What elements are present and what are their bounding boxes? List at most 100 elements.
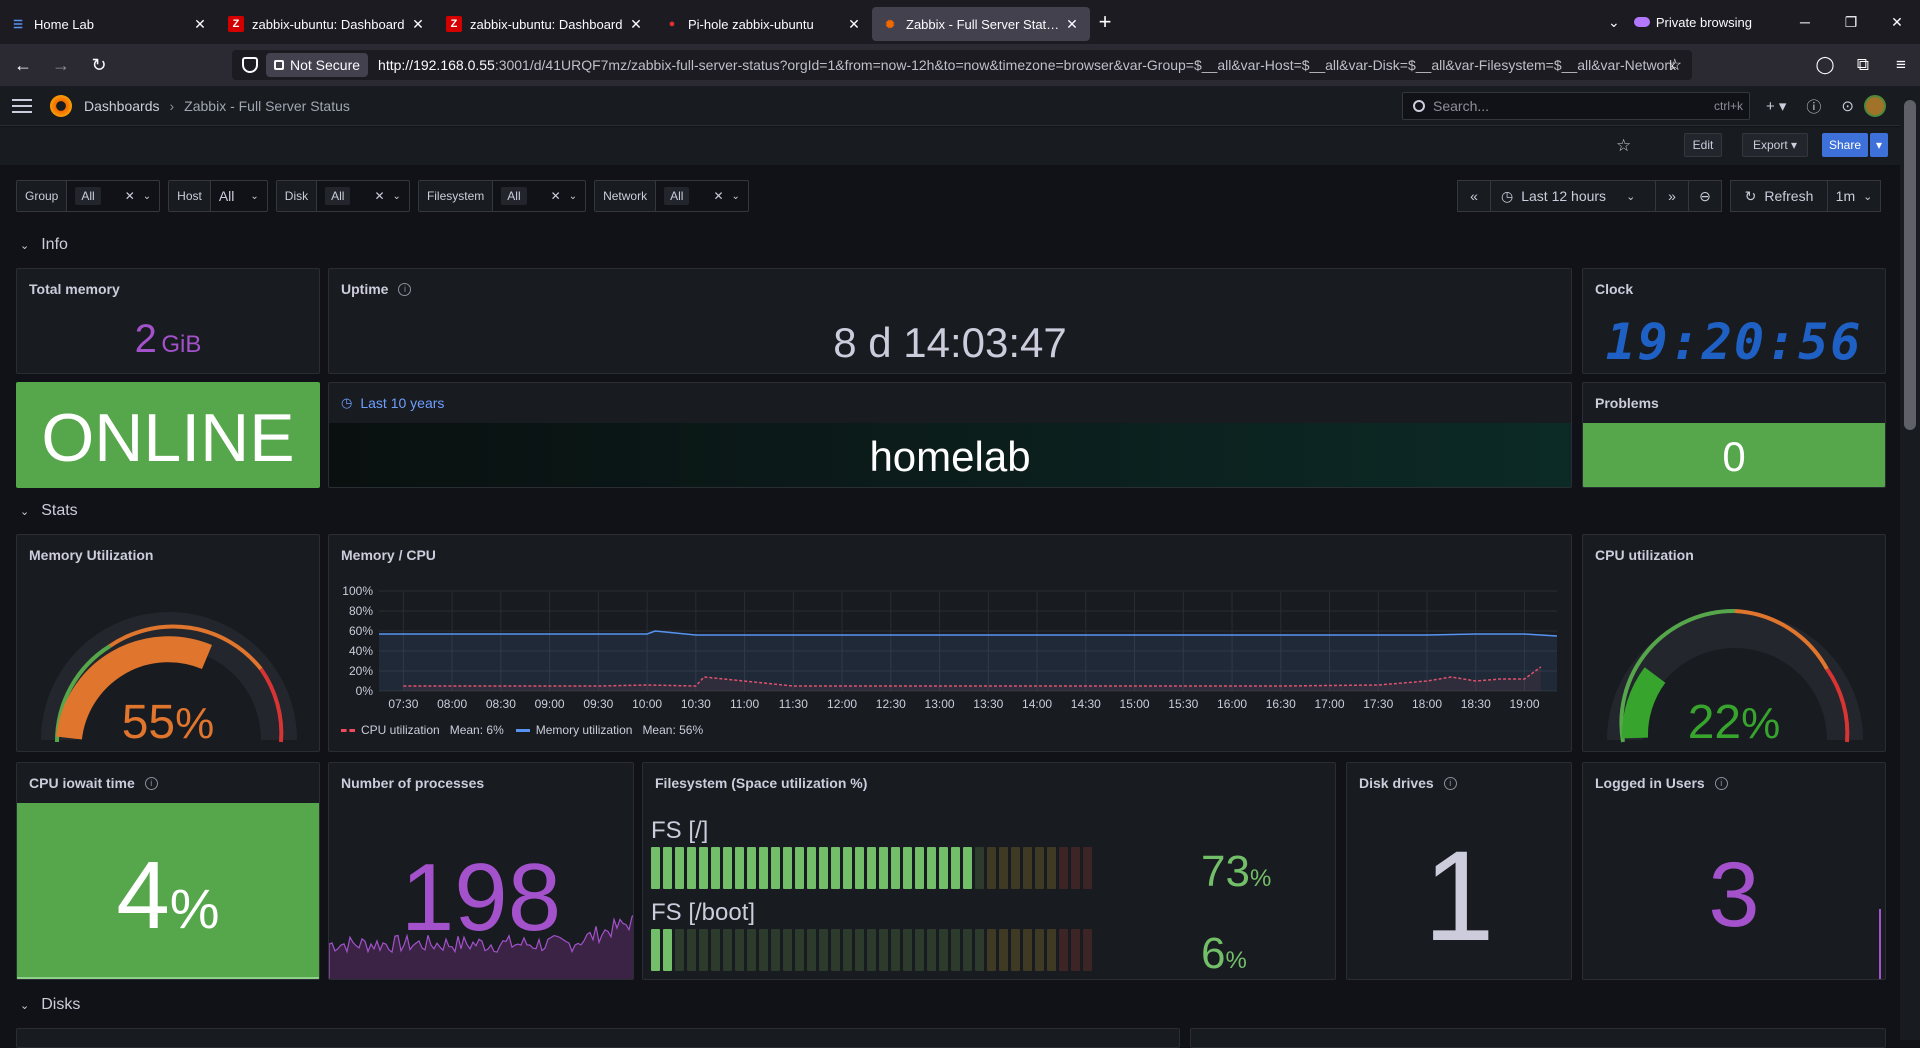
row-title: Disks [41,996,81,1013]
x-tick-label: 07:30 [388,697,418,711]
info-icon[interactable]: i [144,776,158,790]
breadcrumb-separator-icon: › [169,97,175,114]
panel-status-online[interactable]: ONLINE [16,382,320,488]
variable-chip[interactable]: All [664,187,690,205]
shield-icon[interactable] [242,57,258,73]
share-menu-button[interactable]: ▾ [1870,133,1888,157]
page-scrollbar[interactable] [1900,86,1920,1040]
add-icon[interactable]: + ▾ [1766,97,1786,115]
reload-icon[interactable]: ↻ [84,55,114,76]
share-button[interactable]: Share [1822,133,1868,157]
zabbix-icon: Z [446,16,462,32]
chevron-down-icon[interactable]: ⌄ [732,191,740,202]
panel-hostname[interactable]: ◷ Last 10 years homelab [328,382,1572,488]
grafana-logo-icon[interactable] [50,94,72,117]
time-forward-button[interactable]: » [1655,180,1689,212]
variable-chip[interactable]: All [325,187,351,205]
panel-memory-utilization[interactable]: Memory Utilization 55% [16,534,320,752]
variable-network[interactable]: Network All ✕ ⌄ [594,180,749,212]
row-disks[interactable]: ⌄ Disks [20,996,80,1014]
legend-label-cpu[interactable]: CPU utilization [361,723,440,737]
panel-logged-in-users[interactable]: Logged in Users i 3 [1582,762,1886,980]
tab-home-lab[interactable]: ☰ Home Lab ✕ [0,7,218,41]
edit-button[interactable]: Edit [1684,133,1722,157]
clear-icon[interactable]: ✕ [551,189,561,203]
fs-bar-segment [831,929,840,971]
panel-clock[interactable]: Clock 19:20:56 [1582,268,1886,374]
back-icon[interactable]: ← [8,55,38,76]
panel-disks-left[interactable] [16,1028,1180,1048]
refresh-button[interactable]: ↻ Refresh [1730,180,1828,212]
menu-icon[interactable]: ≡ [1882,55,1920,75]
close-icon[interactable]: ✕ [410,16,426,33]
row-stats[interactable]: ⌄ Stats [20,502,78,520]
variable-chip[interactable]: All [501,187,527,205]
url-bar[interactable]: Not Secure http://192.168.0.55:3001/d/41… [232,50,1692,80]
time-back-button[interactable]: « [1457,180,1491,212]
info-icon[interactable]: i [398,282,412,296]
search-input[interactable]: Search... ctrl+k [1402,92,1750,120]
panel-filesystem[interactable]: Filesystem (Space utilization %) FS [/] … [642,762,1336,980]
tab-pihole[interactable]: ● Pi-hole zabbix-ubuntu ✕ [654,7,872,41]
chevron-down-icon[interactable]: ⌄ [569,191,577,202]
scrollbar-thumb[interactable] [1904,100,1916,430]
variable-disk[interactable]: Disk All ✕ ⌄ [275,180,410,212]
extensions-icon[interactable]: ⧉ [1844,55,1882,75]
info-icon[interactable]: i [1714,776,1728,790]
chevron-down-icon[interactable]: ⌄ [143,191,151,202]
search-shortcut: ctrl+k [1713,99,1743,113]
close-icon[interactable]: ✕ [1064,16,1080,33]
close-icon[interactable]: ✕ [192,16,208,33]
help-icon[interactable]: ⓘ [1806,96,1821,117]
search-icon [1413,100,1425,112]
close-icon[interactable]: ✕ [628,16,644,33]
refresh-interval-picker[interactable]: 1m ⌄ [1827,180,1881,212]
zoom-out-button[interactable]: ⊖ [1688,180,1722,212]
panel-memory-cpu[interactable]: Memory / CPU 100% 80% 60% 40% 20% 0% 07:30 08:0… [328,534,1572,752]
panel-cpu-utilization[interactable]: CPU utilization 22% [1582,534,1886,752]
variable-chip[interactable]: All [75,187,101,205]
new-tab-button[interactable]: + [1090,9,1120,35]
tab-zabbix-dashboard-2[interactable]: Z zabbix-ubuntu: Dashboard ✕ [436,7,654,41]
close-window-icon[interactable]: ✕ [1874,14,1920,31]
mark-favorite-icon[interactable]: ☆ [1616,136,1631,156]
clear-icon[interactable]: ✕ [713,189,723,203]
variable-group[interactable]: Group All ✕ ⌄ [16,180,161,212]
panel-cpu-iowait[interactable]: CPU iowait time i 4% [16,762,320,980]
not-secure-badge[interactable]: Not Secure [266,53,369,77]
chevron-down-icon: ⌄ [20,505,30,518]
variable-filesystem[interactable]: Filesystem All ✕ ⌄ [417,180,587,212]
clear-icon[interactable]: ✕ [125,189,135,203]
export-button[interactable]: Export ▾ [1742,133,1808,157]
clear-icon[interactable]: ✕ [374,189,384,203]
minimize-icon[interactable]: ─ [1782,14,1828,30]
memory-cpu-chart: 100% 80% 60% 40% 20% 0% 07:30 08:00 08:30 09:00 09… [342,584,1558,711]
variable-host[interactable]: Host All ⌄ [168,180,268,212]
bookmark-star-icon[interactable]: ☆ [1668,55,1682,75]
gauge-unit: % [1741,699,1781,748]
news-icon[interactable]: ⊙ [1841,97,1854,115]
panel-problems[interactable]: Problems 0 [1582,382,1886,488]
tab-zabbix-dashboard-1[interactable]: Z zabbix-ubuntu: Dashboard ✕ [218,7,436,41]
avatar[interactable] [1864,95,1886,117]
tab-grafana-active[interactable]: ✺ Zabbix - Full Server Status - Das ✕ [872,7,1090,41]
info-icon[interactable]: i [1443,776,1457,790]
account-icon[interactable]: ◯ [1806,55,1844,75]
close-icon[interactable]: ✕ [846,16,862,33]
list-tabs-icon[interactable]: ⌄ [1594,14,1634,31]
panel-total-memory[interactable]: Total memory 2 GiB [16,268,320,374]
forward-icon[interactable]: → [46,55,76,76]
restore-icon[interactable]: ❐ [1828,14,1874,31]
panel-disks-right[interactable] [1190,1028,1886,1048]
chevron-down-icon[interactable]: ⌄ [393,191,401,202]
time-range-picker[interactable]: ◷ Last 12 hours ⌄ [1490,180,1656,212]
row-info[interactable]: ⌄ Info [20,236,68,254]
panel-number-of-processes[interactable]: Number of processes 198 [328,762,634,980]
url-text[interactable]: http://192.168.0.55:3001/d/41URQF7mz/zab… [378,57,1678,73]
panel-disk-drives[interactable]: Disk drives i 1 [1346,762,1572,980]
legend-label-memory[interactable]: Memory utilization [536,723,633,737]
chevron-down-icon[interactable]: ⌄ [250,191,258,202]
menu-toggle-icon[interactable] [12,95,32,117]
panel-uptime[interactable]: Uptime i 8 d 14:03:47 [328,268,1572,374]
breadcrumb-dashboards[interactable]: Dashboards [84,98,160,114]
